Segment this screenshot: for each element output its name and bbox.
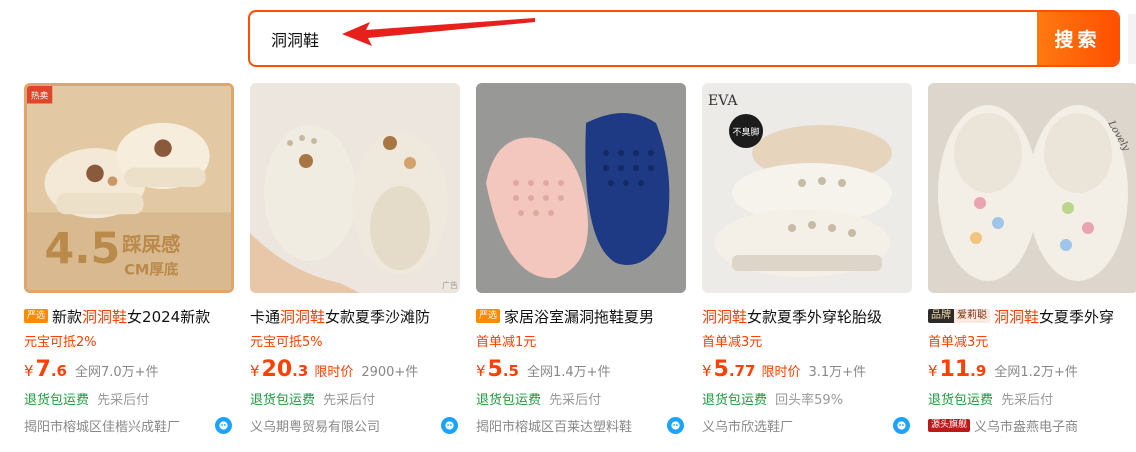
sales-count: 全网1.4万+件 <box>527 365 611 380</box>
price-row: ¥5.5 全网1.4万+件 <box>476 357 611 382</box>
clog-cartoon-image: 广告 <box>250 83 460 293</box>
promo-text: 元宝可抵5% <box>250 335 323 350</box>
wangwang-chat-icon[interactable] <box>667 417 684 434</box>
product-card[interactable]: 广告 卡通 洞洞鞋 女款夏季沙滩防 元宝可抵5% ¥20.3 限时价 2900+件 … <box>250 83 462 435</box>
slippers-image <box>476 83 686 293</box>
product-image[interactable]: 热卖 4.5 踩屎感 CM厚底 <box>24 83 234 293</box>
sales-count: 2900+件 <box>361 365 419 380</box>
shop-name[interactable]: 揭阳市榕城区佳楷兴成鞋厂 <box>24 416 180 435</box>
product-image[interactable]: 广告 <box>250 83 460 293</box>
promo-text: 首单减3元 <box>928 335 989 350</box>
search-input[interactable] <box>250 12 1037 65</box>
shop-row[interactable]: 源头旗舰 义乌市盎燕电子商 <box>928 415 1136 435</box>
promo-text: 首单减3元 <box>702 335 763 350</box>
service-row: 退货包运费 先采后付 <box>250 393 376 408</box>
right-edge-panel <box>1128 14 1136 64</box>
svg-text:广告: 广告 <box>442 280 458 290</box>
price-row: ¥5.77 限时价 3.1万+件 <box>702 357 867 382</box>
service-row: 退货包运费 先采后付 <box>928 393 1054 408</box>
product-image[interactable]: Lovely <box>928 83 1136 293</box>
service-row: 退货包运费 回头率59% <box>702 393 844 408</box>
promo-text: 首单减1元 <box>476 335 537 350</box>
service-row: 退货包运费 先采后付 <box>476 393 602 408</box>
shop-row[interactable]: 义乌市欣选鞋厂 <box>702 415 914 435</box>
sales-count: 3.1万+件 <box>808 365 867 380</box>
shop-name[interactable]: 义乌市盎燕电子商 <box>974 416 1078 435</box>
svg-text:EVA: EVA <box>708 93 738 109</box>
shop-row[interactable]: 义乌期粤贸易有限公司 <box>250 415 462 435</box>
price-row: ¥11.9 全网1.2万+件 <box>928 357 1078 382</box>
shop-row[interactable]: 揭阳市榕城区百莱达塑料鞋 <box>476 415 688 435</box>
search-bar: 搜索 <box>248 10 1120 67</box>
svg-text:踩屎感: 踩屎感 <box>122 233 180 256</box>
product-card[interactable]: EVA 不臭脚 洞洞鞋 女款夏季外穿轮胎级 首单减3元 ¥5.77 限时价 3.1… <box>702 83 914 435</box>
wangwang-chat-icon[interactable] <box>441 417 458 434</box>
search-button[interactable]: 搜索 <box>1037 12 1118 65</box>
brand-flagship-tag: 品牌 爱莉聪 <box>928 309 990 323</box>
service-row: 退货包运费 先采后付 <box>24 393 150 408</box>
source-flagship-badge: 源头旗舰 <box>928 418 971 432</box>
wangwang-chat-icon[interactable] <box>893 417 910 434</box>
limited-price-tag: 限时价 <box>761 365 801 380</box>
product-card[interactable]: 严选 家居浴室漏洞拖鞋夏男 首单减1元 ¥5.5 全网1.4万+件 退货包运费 … <box>476 83 688 435</box>
limited-price-tag: 限时价 <box>314 365 354 380</box>
price-integer: 5 <box>487 357 503 382</box>
shop-row[interactable]: 揭阳市榕城区佳楷兴成鞋厂 <box>24 415 236 435</box>
shop-name[interactable]: 揭阳市榕城区百莱达塑料鞋 <box>476 416 632 435</box>
product-title[interactable]: 品牌 爱莉聪 洞洞鞋 女夏季外穿 <box>928 305 1136 327</box>
yanxuan-tag: 严选 <box>24 309 49 323</box>
price-integer: 5 <box>713 357 729 382</box>
svg-text:4.5: 4.5 <box>44 224 120 274</box>
shop-name[interactable]: 义乌期粤贸易有限公司 <box>250 416 380 435</box>
svg-text:不臭脚: 不臭脚 <box>732 126 759 138</box>
promo-text: 元宝可抵2% <box>24 335 97 350</box>
price-row: ¥7.6 全网7.0万+件 <box>24 357 159 382</box>
svg-text:CM厚底: CM厚底 <box>124 260 179 278</box>
product-title[interactable]: 洞洞鞋 女款夏季外穿轮胎级 <box>702 305 914 327</box>
product-title[interactable]: 严选 家居浴室漏洞拖鞋夏男 <box>476 305 688 327</box>
hot-badge-text: 热卖 <box>31 90 49 102</box>
clog-lovely-image: Lovely <box>928 83 1136 293</box>
product-card[interactable]: Lovely 品牌 爱莉聪 洞洞鞋 女夏季外穿 首单减3元 ¥11.9 全网1.2万… <box>928 83 1136 435</box>
wangwang-chat-icon[interactable] <box>215 417 232 434</box>
price-row: ¥20.3 限时价 2900+件 <box>250 357 419 382</box>
product-card[interactable]: 热卖 4.5 踩屎感 CM厚底 严选 新款 洞洞鞋 女2024新款 元宝可抵2% ¥… <box>24 83 236 435</box>
product-title[interactable]: 严选 新款 洞洞鞋 女2024新款 <box>24 305 236 327</box>
shop-name[interactable]: 义乌市欣选鞋厂 <box>702 416 793 435</box>
sales-count: 全网1.2万+件 <box>994 365 1078 380</box>
clog-beige-image: 热卖 4.5 踩屎感 CM厚底 <box>27 86 231 290</box>
product-image[interactable] <box>476 83 686 293</box>
price-integer: 11 <box>939 357 971 382</box>
price-integer: 20 <box>261 357 293 382</box>
product-image[interactable]: EVA 不臭脚 <box>702 83 912 293</box>
yanxuan-tag: 严选 <box>476 309 501 323</box>
sales-count: 全网7.0万+件 <box>75 365 159 380</box>
product-title[interactable]: 卡通 洞洞鞋 女款夏季沙滩防 <box>250 305 462 327</box>
price-integer: 7 <box>35 357 51 382</box>
clog-eva-image: EVA 不臭脚 <box>702 83 912 293</box>
